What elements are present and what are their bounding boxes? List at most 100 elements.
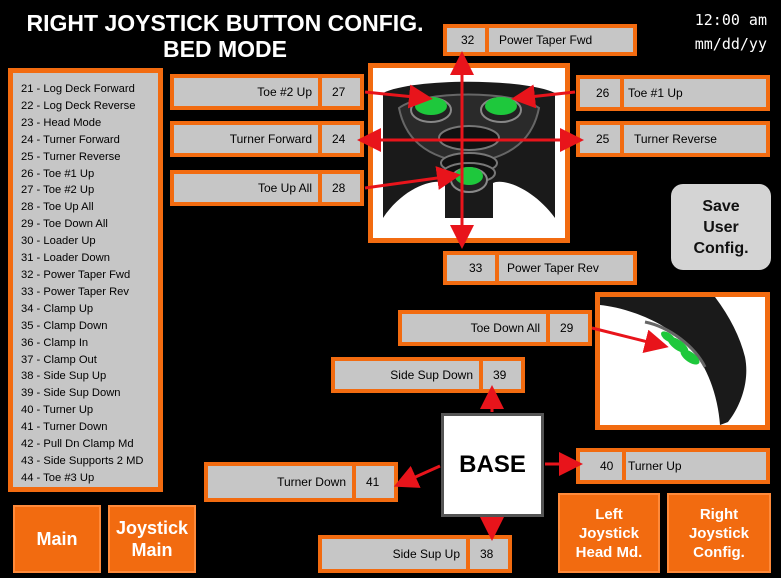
legend-item: 41 - Turner Down <box>21 421 108 434</box>
field-number: 38 <box>480 547 494 561</box>
legend-item: 23 - Head Mode <box>21 116 102 129</box>
legend-item: 30 - Loader Up <box>21 235 96 248</box>
field-turner-reverse[interactable]: 25 Turner Reverse <box>576 121 770 157</box>
legend-item: 39 - Side Sup Down <box>21 387 121 400</box>
page-title: RIGHT JOYSTICK BUTTON CONFIG. BED MODE <box>20 10 430 62</box>
field-toe-up-all[interactable]: Toe Up All 28 <box>170 170 364 206</box>
joystick-top-view-image <box>368 63 570 243</box>
date-text: mm/dd/yy <box>694 35 767 53</box>
field-power-taper-fwd[interactable]: 32 Power Taper Fwd <box>443 24 637 56</box>
field-number: 39 <box>493 368 507 382</box>
base-label: BASE <box>459 451 526 478</box>
field-label: Toe Up All <box>257 181 312 195</box>
legend-item: 29 - Toe Down All <box>21 218 108 231</box>
legend-item: 33 - Power Taper Rev <box>21 285 129 298</box>
legend-item: 40 - Turner Up <box>21 404 94 417</box>
legend-item: 32 - Power Taper Fwd <box>21 268 131 281</box>
field-turner-forward[interactable]: Turner Forward 24 <box>170 121 364 157</box>
right-line-3: Config. <box>693 543 745 561</box>
field-label: Side Sup Down <box>390 368 473 382</box>
joystick-main-button[interactable]: Joystick Main <box>108 505 196 573</box>
joystick-main-line-1: Joystick <box>115 518 189 538</box>
field-divider <box>485 28 489 52</box>
field-number: 27 <box>332 85 346 99</box>
field-turner-down[interactable]: Turner Down 41 <box>204 462 398 502</box>
field-divider <box>352 466 356 498</box>
field-label: Toe Down All <box>470 321 540 335</box>
time-text: 12:00 am <box>694 11 767 29</box>
legend-item: 43 - Side Supports 2 MD <box>21 454 144 467</box>
legend-item: 22 - Log Deck Reverse <box>21 99 136 112</box>
joystick-main-line-2: Main <box>131 540 173 560</box>
legend-item: 34 - Clamp Up <box>21 302 94 315</box>
field-divider <box>466 539 470 569</box>
field-divider <box>620 125 624 153</box>
left-joystick-head-md-button[interactable]: Left Joystick Head Md. <box>558 493 660 573</box>
joystick-side-view-image <box>595 292 770 430</box>
field-toe-down-all[interactable]: Toe Down All 29 <box>398 310 592 346</box>
main-button[interactable]: Main <box>13 505 101 573</box>
field-number: 24 <box>332 132 346 146</box>
clock-display: 12:00 am mm/dd/yy <box>643 8 775 64</box>
legend-item: 44 - Toe #3 Up <box>21 471 95 484</box>
field-label: Turner Reverse <box>634 132 717 146</box>
field-number: 26 <box>596 86 610 100</box>
save-line-2: User <box>703 218 739 236</box>
legend-item: 24 - Turner Forward <box>21 133 120 146</box>
left-line-3: Head Md. <box>575 543 643 561</box>
save-line-1: Save <box>702 197 740 215</box>
legend-item: 31 - Loader Down <box>21 252 110 265</box>
field-divider <box>546 314 550 342</box>
right-line-2: Joystick <box>688 524 750 542</box>
joystick-side-view-drawing <box>600 297 747 425</box>
field-divider <box>622 452 626 480</box>
field-side-sup-down[interactable]: Side Sup Down 39 <box>331 357 525 393</box>
left-line-2: Joystick <box>578 524 640 542</box>
field-divider <box>620 79 624 107</box>
legend-item: 36 - Clamp In <box>21 336 89 349</box>
main-button-label: Main <box>36 528 78 549</box>
field-turner-up[interactable]: 40 Turner Up <box>576 448 770 484</box>
save-user-config-button[interactable]: Save User Config. <box>671 184 771 270</box>
field-label: Toe #2 Up <box>257 85 312 99</box>
function-legend-list: 21 - Log Deck Forward 22 - Log Deck Rever… <box>8 68 163 492</box>
field-number: 40 <box>600 459 614 473</box>
legend-item: 35 - Clamp Down <box>21 319 108 332</box>
title-line-2: BED MODE <box>163 36 287 62</box>
legend-item: 21 - Log Deck Forward <box>21 83 135 95</box>
legend-item: 28 - Toe Up All <box>21 201 94 214</box>
legend-item: 42 - Pull Dn Clamp Md <box>21 438 134 451</box>
legend-item: 37 - Clamp Out <box>21 353 97 366</box>
right-joystick-config-button[interactable]: Right Joystick Config. <box>667 493 771 573</box>
field-toe1-up[interactable]: 26 Toe #1 Up <box>576 75 770 111</box>
field-label: Side Sup Up <box>392 547 460 561</box>
field-divider <box>318 125 322 153</box>
right-line-1: Right <box>699 505 739 523</box>
field-label: Turner Up <box>628 459 682 473</box>
field-divider <box>495 255 499 281</box>
legend-item: 25 - Turner Reverse <box>21 150 121 163</box>
title-line-1: RIGHT JOYSTICK BUTTON CONFIG. <box>26 10 424 36</box>
field-number: 29 <box>560 321 574 335</box>
field-label: Turner Down <box>277 475 346 489</box>
field-divider <box>318 78 322 106</box>
field-divider <box>479 361 483 389</box>
save-line-3: Config. <box>693 239 749 257</box>
field-number: 32 <box>461 33 475 47</box>
legend-item: 27 - Toe #2 Up <box>21 184 95 197</box>
joystick-top-view-drawing <box>381 81 557 233</box>
field-label: Power Taper Fwd <box>499 33 593 47</box>
left-line-1: Left <box>595 505 623 523</box>
field-side-sup-up[interactable]: Side Sup Up 38 <box>318 535 512 573</box>
base-box: BASE <box>441 413 544 517</box>
field-divider <box>318 174 322 202</box>
arrow-base-left <box>393 464 441 488</box>
field-number: 33 <box>469 261 483 275</box>
field-toe2-up[interactable]: Toe #2 Up 27 <box>170 74 364 110</box>
field-power-taper-rev[interactable]: 33 Power Taper Rev <box>443 251 637 285</box>
legend-item: 26 - Toe #1 Up <box>21 167 95 180</box>
field-number: 28 <box>332 181 346 195</box>
field-label: Toe #1 Up <box>628 86 683 100</box>
field-label: Turner Forward <box>229 132 312 146</box>
legend-item: 38 - Side Sup Up <box>21 370 107 383</box>
